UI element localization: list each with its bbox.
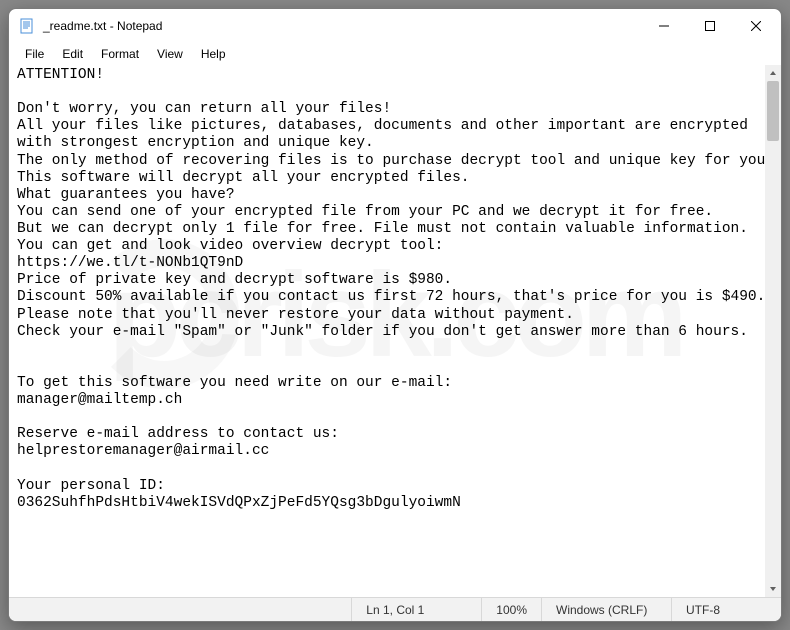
minimize-button[interactable] bbox=[641, 9, 687, 43]
status-eol: Windows (CRLF) bbox=[541, 598, 671, 621]
window-title: _readme.txt - Notepad bbox=[43, 19, 641, 33]
maximize-button[interactable] bbox=[687, 9, 733, 43]
vertical-scrollbar[interactable] bbox=[765, 65, 781, 597]
status-encoding: UTF-8 bbox=[671, 598, 781, 621]
window-controls bbox=[641, 9, 779, 43]
menu-format[interactable]: Format bbox=[93, 45, 147, 63]
scroll-track[interactable] bbox=[765, 81, 781, 581]
menu-file[interactable]: File bbox=[17, 45, 52, 63]
menubar: File Edit Format View Help bbox=[9, 43, 781, 65]
text-content[interactable]: ATTENTION! Don't worry, you can return a… bbox=[9, 65, 781, 597]
notepad-window: pcrisk.com _readme.txt - Notepad bbox=[8, 8, 782, 622]
status-position: Ln 1, Col 1 bbox=[351, 598, 481, 621]
menu-help[interactable]: Help bbox=[193, 45, 234, 63]
content-area: ATTENTION! Don't worry, you can return a… bbox=[9, 65, 781, 597]
menu-edit[interactable]: Edit bbox=[54, 45, 91, 63]
notepad-icon bbox=[19, 18, 35, 34]
scroll-up-icon[interactable] bbox=[765, 65, 781, 81]
menu-view[interactable]: View bbox=[149, 45, 191, 63]
statusbar: Ln 1, Col 1 100% Windows (CRLF) UTF-8 bbox=[9, 597, 781, 621]
close-button[interactable] bbox=[733, 9, 779, 43]
scroll-thumb[interactable] bbox=[767, 81, 779, 141]
status-zoom: 100% bbox=[481, 598, 541, 621]
scroll-down-icon[interactable] bbox=[765, 581, 781, 597]
titlebar: _readme.txt - Notepad bbox=[9, 9, 781, 43]
